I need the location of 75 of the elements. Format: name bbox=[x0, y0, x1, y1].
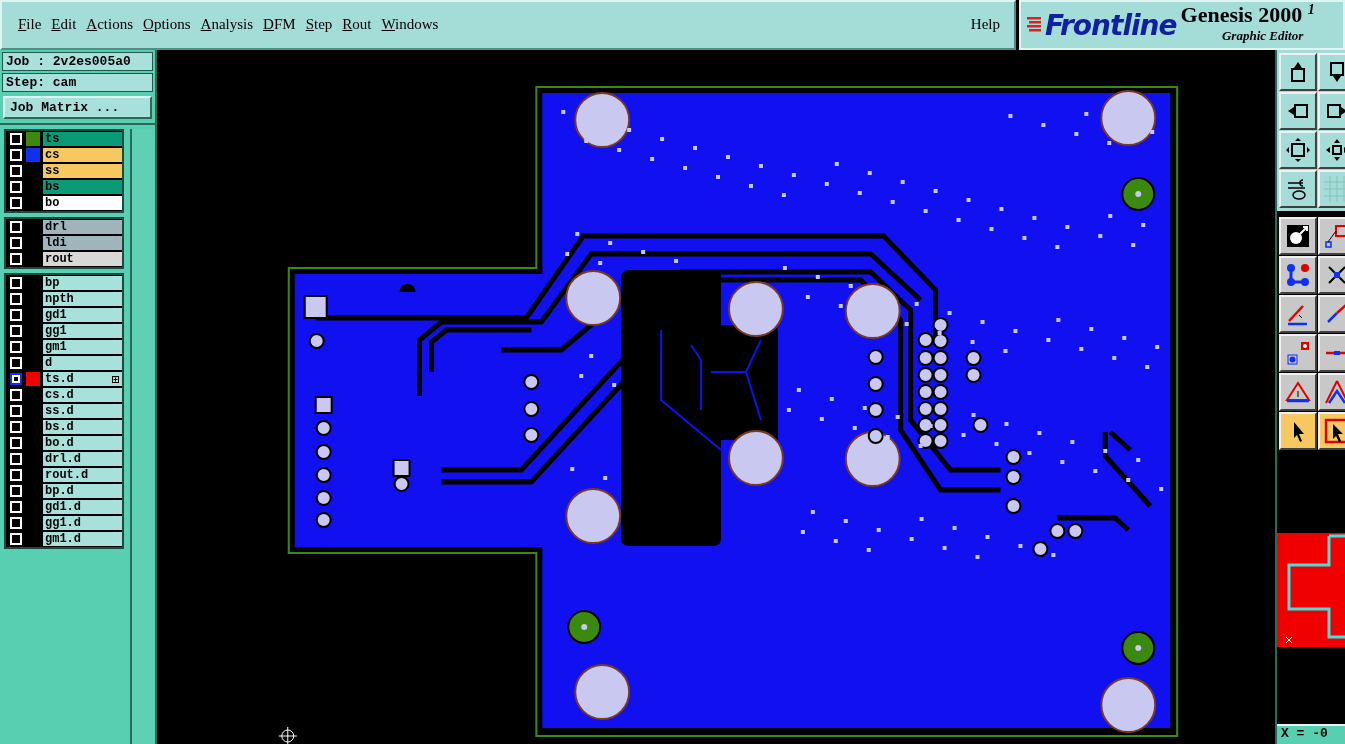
tool-button[interactable] bbox=[1318, 170, 1345, 208]
layer-name[interactable]: gd1.d bbox=[43, 500, 122, 514]
job-matrix-button[interactable]: Job Matrix ... bbox=[3, 96, 152, 119]
layer-name[interactable]: ts.d bbox=[43, 372, 122, 386]
layer-name[interactable]: npth bbox=[43, 292, 122, 306]
tool-button[interactable] bbox=[1318, 412, 1345, 450]
layer-name[interactable]: gm1 bbox=[43, 340, 122, 354]
square-pads-icon bbox=[1285, 340, 1311, 366]
connected-dots-icon bbox=[1285, 262, 1311, 288]
menu-item[interactable]: Options bbox=[139, 14, 195, 34]
product-title: Genesis 2000 $^{1}$ bbox=[1180, 1, 1315, 29]
step-label: Step: cam bbox=[2, 73, 153, 92]
tool-button[interactable] bbox=[1279, 131, 1317, 169]
tool-button[interactable] bbox=[1318, 295, 1345, 333]
layer-name[interactable]: ss bbox=[43, 164, 122, 178]
tool-button[interactable] bbox=[1279, 412, 1317, 450]
layer-name[interactable]: gm1.d bbox=[43, 532, 122, 546]
menu-item[interactable]: Windows bbox=[377, 14, 443, 34]
layer-checkbox[interactable] bbox=[10, 373, 22, 385]
layer-name[interactable]: bs bbox=[43, 180, 122, 194]
layer-name[interactable]: gg1.d bbox=[43, 516, 122, 530]
stripes-icon bbox=[1027, 16, 1041, 34]
layer-name[interactable]: bo bbox=[43, 196, 122, 210]
menu-item[interactable]: Analysis bbox=[196, 14, 258, 34]
job-label: Job : 2v2es005a0 bbox=[2, 52, 153, 71]
crosshair-icon bbox=[278, 726, 298, 744]
layer-name[interactable]: ss.d bbox=[43, 404, 122, 418]
menu-item[interactable]: Actions bbox=[82, 14, 138, 34]
tool-button[interactable] bbox=[1279, 170, 1317, 208]
layer-name[interactable]: d bbox=[43, 356, 122, 370]
coordinate-readout: X = -0 bbox=[1277, 724, 1345, 744]
help-menu[interactable]: Help bbox=[966, 14, 1004, 34]
layer-name[interactable]: cs bbox=[43, 148, 122, 162]
tool-button[interactable] bbox=[1279, 256, 1317, 294]
tool-button[interactable] bbox=[1318, 53, 1345, 91]
layer-name[interactable]: ts bbox=[43, 132, 122, 146]
shrink-box-icon bbox=[1324, 137, 1345, 163]
layer-name[interactable]: bp bbox=[43, 276, 122, 290]
layer-name[interactable]: ldi bbox=[43, 236, 122, 250]
tool-button[interactable] bbox=[1318, 334, 1345, 372]
plus-box-icon bbox=[112, 375, 119, 383]
menu-item[interactable]: Step bbox=[301, 14, 337, 34]
triangle-icon bbox=[1285, 379, 1311, 405]
tool-button[interactable] bbox=[1279, 295, 1317, 333]
layer-name[interactable]: drl.d bbox=[43, 452, 122, 466]
layer-name[interactable]: gd1 bbox=[43, 308, 122, 322]
tool-button[interactable] bbox=[1318, 217, 1345, 255]
tool-button[interactable] bbox=[1318, 373, 1345, 411]
tool-button[interactable] bbox=[1279, 217, 1317, 255]
menu-item[interactable]: Edit bbox=[47, 14, 81, 34]
layer-name[interactable]: gg1 bbox=[43, 324, 122, 338]
layer-name[interactable]: bo.d bbox=[43, 436, 122, 450]
tool-button[interactable] bbox=[1279, 92, 1317, 130]
layer-name[interactable]: bs.d bbox=[43, 420, 122, 434]
expand-box-icon bbox=[1285, 137, 1311, 163]
layer-name[interactable]: cs.d bbox=[43, 388, 122, 402]
layer-name[interactable]: rout.d bbox=[43, 468, 122, 482]
menu-item[interactable]: File bbox=[14, 14, 46, 34]
tool-button[interactable] bbox=[1318, 131, 1345, 169]
layer-name[interactable]: drl bbox=[43, 220, 122, 234]
product-subtitle: Graphic Editor bbox=[1221, 28, 1304, 45]
layer-name[interactable]: bp.d bbox=[43, 484, 122, 498]
tool-button[interactable] bbox=[1279, 334, 1317, 372]
brand-logo: Frontline bbox=[1045, 8, 1177, 42]
selection-box-icon bbox=[1324, 223, 1345, 249]
pointer-frame-icon bbox=[1324, 418, 1345, 444]
tool-button[interactable] bbox=[1318, 92, 1345, 130]
menu-item[interactable]: Rout bbox=[338, 14, 376, 34]
double-triangle-icon bbox=[1324, 379, 1345, 405]
tool-button[interactable] bbox=[1318, 256, 1345, 294]
menu-item[interactable]: DFM bbox=[259, 14, 300, 34]
tool-button[interactable] bbox=[1279, 373, 1317, 411]
tool-button[interactable] bbox=[1279, 53, 1317, 91]
line-segment-icon bbox=[1324, 349, 1345, 357]
layer-name[interactable]: rout bbox=[43, 252, 122, 266]
